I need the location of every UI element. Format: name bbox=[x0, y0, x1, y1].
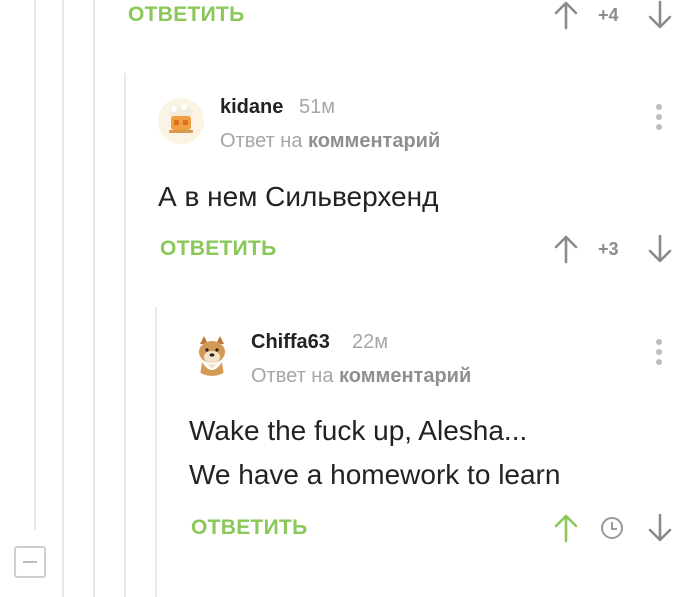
reply-button[interactable]: ОТВЕТИТЬ bbox=[191, 516, 308, 540]
arrow-up-icon[interactable] bbox=[553, 234, 579, 264]
comment-time: 51м bbox=[299, 96, 335, 118]
collapse-icon[interactable] bbox=[14, 546, 46, 578]
reply-button[interactable]: ОТВЕТИТЬ bbox=[128, 3, 245, 27]
rating-value: +3 bbox=[598, 239, 619, 259]
rating-value: +4 bbox=[598, 5, 619, 25]
arrow-down-icon[interactable] bbox=[647, 234, 673, 264]
comment-text: А в нем Сильверхенд bbox=[158, 181, 439, 212]
thread-line bbox=[155, 307, 157, 597]
menu-dots-icon[interactable] bbox=[654, 339, 664, 369]
author-nickname[interactable]: Chiffa63 bbox=[251, 331, 330, 354]
avatar[interactable] bbox=[158, 98, 204, 144]
avatar-image bbox=[199, 336, 225, 376]
thread-line bbox=[124, 73, 126, 597]
comment-text-line: Wake the fuck up, Alesha... bbox=[189, 415, 528, 446]
thread-line bbox=[93, 0, 95, 597]
clock-icon[interactable] bbox=[601, 517, 623, 539]
thread-line bbox=[62, 0, 64, 597]
menu-dots-icon[interactable] bbox=[654, 104, 664, 134]
comment-text-line: We have a homework to learn bbox=[189, 459, 561, 490]
arrow-down-icon[interactable] bbox=[647, 513, 673, 543]
thread-line bbox=[34, 0, 36, 530]
reply-to-link[interactable]: комментарий bbox=[339, 365, 471, 387]
reply-to-label: Ответ на комментарий bbox=[251, 365, 471, 388]
reply-to-prefix: Ответ на bbox=[220, 130, 303, 152]
comment-time: 22м bbox=[352, 331, 388, 353]
avatar[interactable] bbox=[190, 332, 234, 376]
author-nickname[interactable]: kidane bbox=[220, 96, 283, 119]
arrow-down-icon[interactable] bbox=[647, 0, 673, 30]
reply-to-label: Ответ на комментарий bbox=[220, 130, 440, 153]
reply-to-prefix: Ответ на bbox=[251, 365, 334, 387]
arrow-up-icon[interactable] bbox=[553, 0, 579, 30]
reply-to-link[interactable]: комментарий bbox=[308, 130, 440, 152]
avatar-image bbox=[169, 104, 193, 133]
arrow-up-icon[interactable] bbox=[553, 513, 579, 543]
reply-button[interactable]: ОТВЕТИТЬ bbox=[160, 237, 277, 261]
